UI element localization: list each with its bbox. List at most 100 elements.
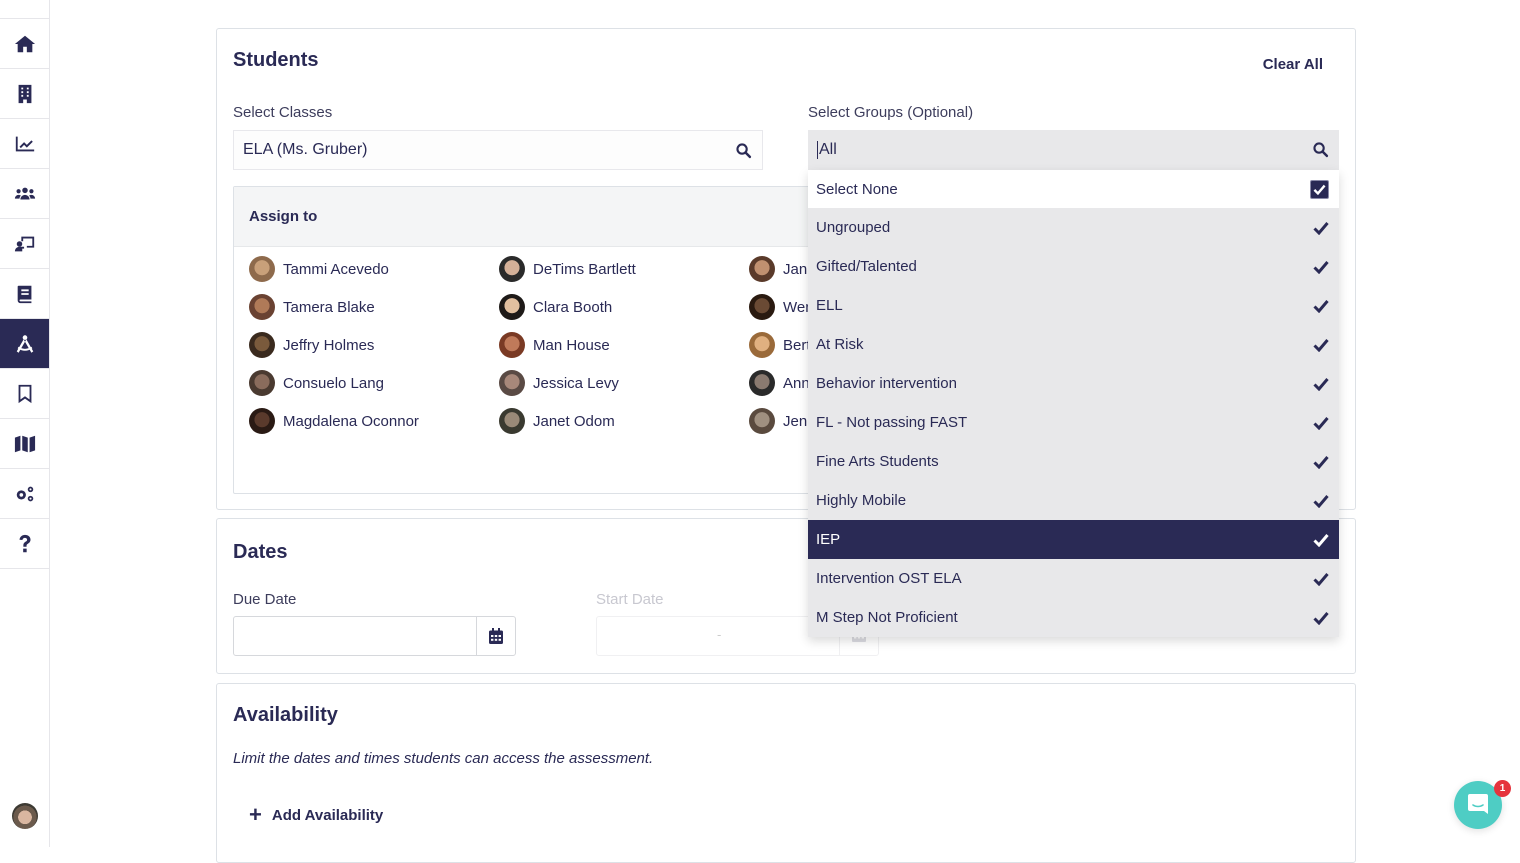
sidebar-item-help[interactable] [0, 519, 49, 569]
clear-all-button[interactable]: Clear All [1263, 56, 1323, 73]
student-avatar [249, 294, 275, 320]
group-option-label: Highly Mobile [816, 492, 907, 509]
check-icon [1313, 299, 1329, 313]
student-item[interactable]: Clara Booth [499, 293, 612, 321]
groups-dropdown-menu: Select None Ungrouped Gifted/Talented ELL A… [808, 170, 1339, 637]
student-item[interactable]: Magdalena Oconnor [249, 407, 419, 435]
sidebar-item-home[interactable] [0, 19, 49, 69]
group-option[interactable]: Intervention OST ELA [808, 559, 1339, 598]
student-avatar [749, 332, 775, 358]
search-icon[interactable] [735, 142, 752, 159]
select-groups-label: Select Groups (Optional) [808, 104, 974, 121]
student-avatar [499, 370, 525, 396]
chalkboard-teacher-icon [14, 236, 34, 251]
check-icon [1313, 533, 1329, 547]
book-icon [17, 285, 31, 303]
group-option-label: FL - Not passing FAST [816, 414, 968, 431]
sidebar-item-library[interactable] [0, 269, 49, 319]
student-item[interactable]: Jann [749, 255, 816, 283]
availability-card: Availability Limit the dates and times s… [216, 683, 1356, 863]
group-option[interactable]: Ungrouped [808, 208, 1339, 247]
home-icon [14, 35, 35, 52]
group-option[interactable]: Fine Arts Students [808, 442, 1339, 481]
student-name: Ann [783, 374, 810, 392]
sidebar-item-users[interactable] [0, 169, 49, 219]
sidebar-item-bookmarks[interactable] [0, 369, 49, 419]
group-option-label: Fine Arts Students [816, 453, 939, 470]
check-icon [1313, 572, 1329, 586]
group-option[interactable]: Behavior intervention [808, 364, 1339, 403]
sidebar-item-classes[interactable] [0, 219, 49, 269]
chat-notification-badge: 1 [1494, 780, 1511, 797]
start-date-label: Start Date [596, 591, 664, 608]
chat-icon [1468, 794, 1488, 814]
check-icon [1313, 184, 1326, 195]
sidebar-item-buildings[interactable] [0, 69, 49, 119]
student-item[interactable]: Bert [749, 331, 811, 359]
student-avatar [499, 332, 525, 358]
student-name: Clara Booth [533, 298, 613, 316]
sidebar-top-spacer [0, 0, 49, 19]
select-classes-label: Select Classes [233, 104, 333, 121]
search-icon[interactable] [1312, 141, 1329, 158]
group-option[interactable]: Gifted/Talented [808, 247, 1339, 286]
due-date-label: Due Date [233, 591, 297, 608]
group-option[interactable]: Highly Mobile [808, 481, 1339, 520]
user-avatar[interactable] [12, 803, 38, 829]
student-item[interactable]: Tammi Acevedo [249, 255, 389, 283]
select-none-option[interactable]: Select None [808, 170, 1339, 208]
student-avatar [249, 332, 275, 358]
sidebar-item-curriculum-map[interactable] [0, 419, 49, 469]
student-name: Jessica Levy [533, 374, 619, 392]
check-icon [1313, 377, 1329, 391]
student-item[interactable]: Jessica Levy [499, 369, 619, 397]
sidebar-item-settings[interactable] [0, 469, 49, 519]
student-avatar [499, 294, 525, 320]
student-item[interactable]: Consuelo Lang [249, 369, 384, 397]
student-name: DeTims Bartlett [533, 260, 636, 278]
select-none-checkbox[interactable] [1310, 179, 1329, 199]
group-option-label: Gifted/Talented [816, 258, 917, 275]
student-item[interactable]: Janet Odom [499, 407, 615, 435]
student-item[interactable]: Jenn [749, 407, 816, 435]
select-groups-input[interactable]: All [808, 130, 1339, 170]
due-date-input[interactable] [233, 616, 516, 656]
student-item[interactable]: Man House [499, 331, 610, 359]
student-name: Magdalena Oconnor [283, 412, 419, 430]
check-icon [1313, 494, 1329, 508]
group-option[interactable]: At Risk [808, 325, 1339, 364]
users-icon [14, 187, 35, 199]
select-classes-value: ELA (Ms. Gruber) [243, 141, 368, 158]
student-avatar [749, 370, 775, 396]
plus-icon: + [249, 802, 262, 827]
sidebar-item-reports[interactable] [0, 119, 49, 169]
add-availability-button[interactable]: + Add Availability [249, 804, 383, 826]
check-icon [1313, 260, 1329, 274]
sidebar-item-assessments[interactable] [0, 319, 49, 369]
student-avatar [749, 256, 775, 282]
due-date-calendar-button[interactable] [476, 617, 515, 655]
student-avatar [749, 408, 775, 434]
group-option-label: M Step Not Proficient [816, 609, 958, 626]
student-item[interactable]: Ann [749, 369, 810, 397]
start-date-value: - [717, 627, 722, 642]
group-option[interactable]: FL - Not passing FAST [808, 403, 1339, 442]
drafting-compass-icon [16, 334, 33, 353]
student-name: Bert [783, 336, 811, 354]
building-icon [18, 84, 31, 103]
select-classes-input[interactable]: ELA (Ms. Gruber) [233, 130, 763, 170]
group-option-label: Ungrouped [816, 219, 891, 236]
bookmark-icon [18, 384, 31, 403]
student-name: Janet Odom [533, 412, 615, 430]
group-option[interactable]: ELL [808, 286, 1339, 325]
check-icon [1313, 221, 1329, 235]
student-item[interactable]: Tamera Blake [249, 293, 375, 321]
student-item[interactable]: Wen [749, 293, 814, 321]
group-option[interactable]: M Step Not Proficient [808, 598, 1339, 637]
group-option[interactable]: IEP [808, 520, 1339, 559]
student-item[interactable]: Jeffry Holmes [249, 331, 374, 359]
student-item[interactable]: DeTims Bartlett [499, 255, 636, 283]
student-avatar [249, 256, 275, 282]
check-icon [1313, 416, 1329, 430]
student-avatar [249, 370, 275, 396]
